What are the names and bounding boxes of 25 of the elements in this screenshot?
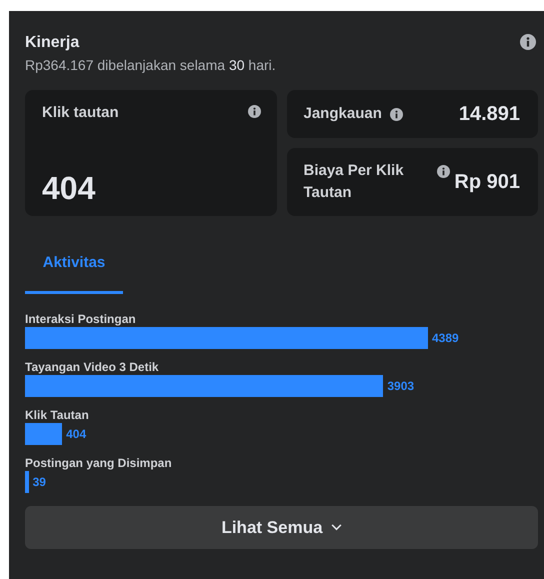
- tab[interactable]: Aktivitas: [25, 244, 123, 294]
- bar-label: Postingan yang Disimpan: [25, 455, 173, 471]
- info-icon[interactable]: [390, 108, 403, 121]
- panel-subtitle: Rp364.167 dibelanjakan selama 30 hari.: [25, 56, 276, 75]
- bar-label: Tayangan Video 3 Detik: [25, 359, 160, 375]
- bar-value: 3903: [387, 378, 414, 395]
- bar-value: 4389: [432, 330, 459, 347]
- panel-title: Kinerja: [25, 33, 80, 53]
- metric-label: Jangkauan: [304, 104, 382, 124]
- bar: [25, 423, 62, 445]
- metric-value: 404: [42, 172, 96, 204]
- bar-value: 404: [66, 426, 86, 443]
- metric-value: 14.891: [458, 102, 520, 127]
- chevron-down-icon: [330, 524, 342, 531]
- metric-value: Rp 901: [454, 170, 520, 195]
- bar-label: Klik Tautan: [25, 407, 90, 423]
- info-icon[interactable]: [520, 34, 536, 50]
- metric-label: Biaya Per Klik Tautan: [304, 161, 405, 203]
- bar: [25, 471, 29, 493]
- bar-value: 39: [32, 474, 46, 491]
- metric-label: Klik tautan: [42, 103, 119, 123]
- see-all-button[interactable]: Lihat Semua: [25, 506, 538, 549]
- bar-label: Interaksi Postingan: [25, 311, 137, 327]
- info-icon[interactable]: [248, 105, 260, 118]
- info-icon[interactable]: [437, 165, 450, 178]
